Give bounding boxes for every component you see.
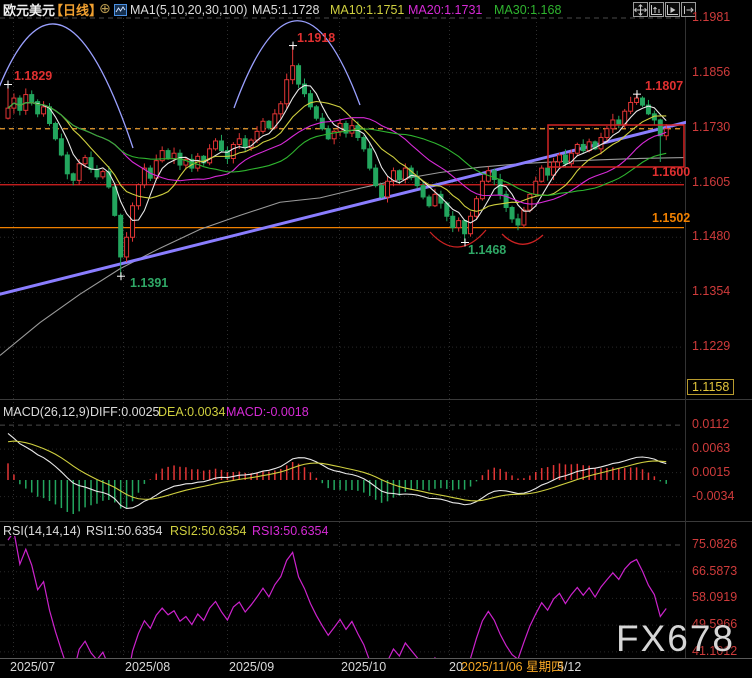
chart-canvas[interactable] [0, 0, 752, 678]
go-to-end-icon[interactable] [681, 2, 696, 17]
fx-chart-app: 欧元美元 【日线】 ⊕ MA1(5,10,20,30,100) MA5:1.17… [0, 0, 752, 678]
pan-icon[interactable] [633, 2, 648, 17]
fit-vertical-icon[interactable] [649, 2, 664, 17]
play-axis-icon[interactable] [665, 2, 680, 17]
